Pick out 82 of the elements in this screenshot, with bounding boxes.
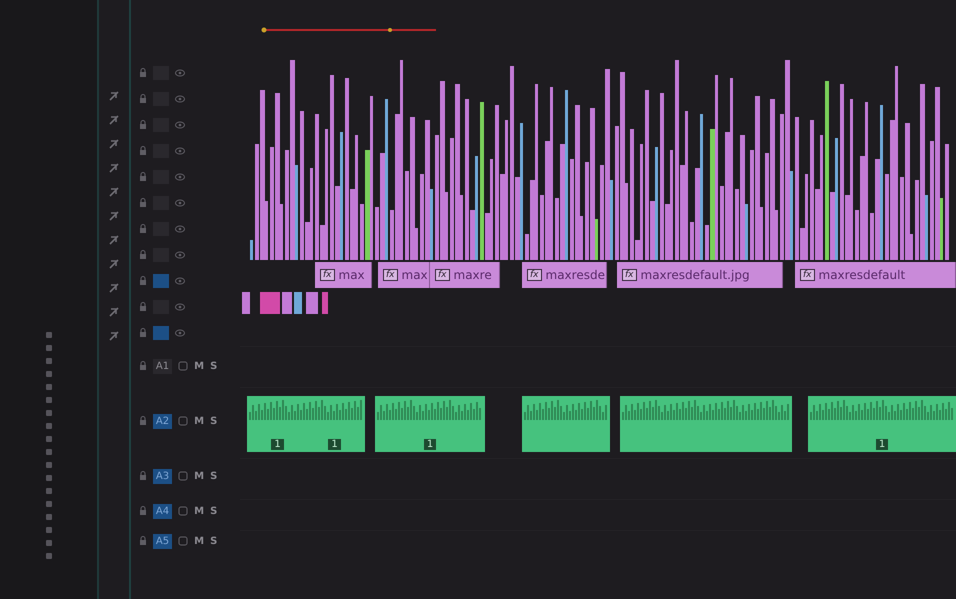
eye-icon[interactable] [174,95,185,103]
tool-icon[interactable] [108,90,120,102]
fx-badge: fx [800,269,814,281]
track-target-toggle[interactable] [152,274,169,288]
tool-icon[interactable] [108,114,120,126]
clip-number: 1 [328,439,341,450]
fx-badge: fx [435,269,450,281]
lock-icon[interactable] [138,172,147,182]
lock-icon[interactable] [138,198,147,208]
clip-label: maxre [454,268,492,282]
audio-clip[interactable]: 1 [808,396,956,452]
lock-icon[interactable] [138,120,147,130]
solo-button[interactable]: S [210,360,218,372]
track-name[interactable]: A3 [152,468,172,484]
tool-icon[interactable] [108,138,120,150]
track-name[interactable]: A2 [152,414,172,428]
tool-icon[interactable] [108,162,120,174]
clip-number: 1 [424,439,436,450]
track-target-toggle[interactable] [152,326,169,340]
eye-icon[interactable] [174,303,185,311]
eye-icon[interactable] [174,147,185,155]
tool-icon[interactable] [108,330,120,342]
video-clip[interactable]: fx maxresdefault.jpg [617,262,783,288]
solo-button[interactable]: S [210,506,218,516]
lock-icon[interactable] [138,506,147,516]
lock-icon[interactable] [138,536,147,546]
clip-number: 1 [271,439,284,450]
solo-button[interactable]: S [210,416,218,426]
track-name[interactable]: A1 [152,358,172,374]
tool-icon[interactable] [108,306,120,318]
audio-clip[interactable] [522,396,610,452]
mute-button[interactable]: M [194,536,204,546]
lock-icon[interactable] [138,250,147,260]
eye-icon[interactable] [174,69,185,77]
eye-icon[interactable] [174,173,185,181]
solo-button[interactable]: S [210,470,218,482]
audio-clip[interactable]: 1 1 [247,396,365,452]
mute-button[interactable]: M [194,416,204,426]
tool-icon[interactable] [108,186,120,198]
video-clip[interactable]: fx max [378,262,430,288]
lock-icon[interactable] [138,416,147,426]
lock-icon[interactable] [138,224,147,234]
solo-button[interactable]: S [210,536,218,546]
clip-label: max [338,268,365,282]
eye-icon[interactable] [174,225,185,233]
tool-icon[interactable] [108,234,120,246]
lock-icon[interactable] [138,276,147,286]
lock-icon[interactable] [138,68,147,78]
lock-icon[interactable] [138,328,147,338]
tool-icon[interactable] [108,258,120,270]
lock-icon[interactable] [138,361,147,371]
eye-icon[interactable] [174,329,185,337]
track-name[interactable]: A5 [152,534,172,548]
lock-icon[interactable] [138,94,147,104]
video-clip[interactable]: fx maxresdefault [795,262,956,288]
tool-icon[interactable] [108,282,120,294]
track-name[interactable]: A4 [152,504,172,518]
mute-button[interactable]: M [194,360,204,372]
fx-badge: fx [622,269,636,281]
fx-badge: fx [383,269,398,281]
eye-icon[interactable] [174,277,185,285]
eye-icon[interactable] [174,251,185,259]
eye-icon[interactable] [174,121,185,129]
clip-label: maxresde [546,268,605,282]
audio-clip[interactable] [620,396,792,452]
lock-icon[interactable] [138,471,147,481]
lock-icon[interactable] [138,302,147,312]
mute-button[interactable]: M [194,506,204,516]
video-clip[interactable]: fx maxresde [522,262,607,288]
clip-label: max [402,268,428,282]
clip-number: 1 [876,439,888,450]
fx-badge: fx [527,269,542,281]
eye-icon[interactable] [174,199,185,207]
audio-clip[interactable]: 1 [375,396,485,452]
video-clip[interactable]: fx max [315,262,372,288]
lock-icon[interactable] [138,146,147,156]
clip-label: maxresdefault [818,268,906,282]
video-clip[interactable]: fx maxre [430,262,500,288]
clip-label: maxresdefault.jpg [640,268,750,282]
fx-badge: fx [320,269,334,281]
tool-icon[interactable] [108,210,120,222]
mute-button[interactable]: M [194,470,204,482]
